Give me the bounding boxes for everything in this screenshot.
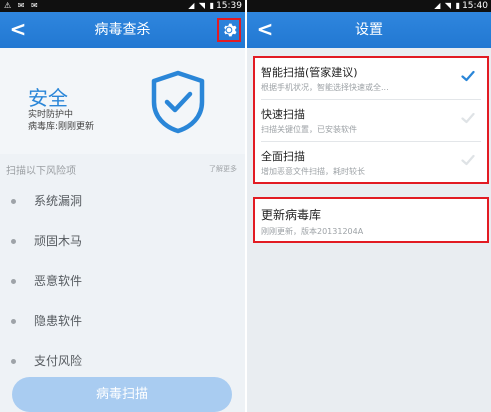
security-status-label: 安全 [28, 86, 68, 110]
full-scan-option[interactable]: 全面扫描 增加恶意文件扫描，耗时较长 [255, 142, 487, 184]
shield-check-icon [151, 70, 205, 134]
list-item: 恶意软件 [0, 264, 245, 304]
option-name: 智能扫描(管家建议) [261, 66, 358, 79]
risk-section-label: 扫描以下风险项 [6, 166, 76, 177]
option-name: 全面扫描 [261, 150, 305, 163]
option-description: 根据手机状况，智能选择快速或全... [261, 83, 389, 92]
bullet-icon [11, 279, 16, 284]
gear-icon [224, 23, 237, 37]
option-description: 增加恶意文件扫描，耗时较长 [261, 167, 365, 176]
bullet-icon [11, 239, 16, 244]
option-description: 刚刚更新，版本20131204A [261, 227, 364, 236]
list-item: 顽固木马 [0, 224, 245, 264]
realtime-protection-text: 实时防护中 [28, 110, 74, 120]
status-bar: ◢ ◥ ▮ 15:40 [247, 0, 491, 12]
bullet-icon [11, 319, 16, 324]
bullet-icon [11, 199, 16, 204]
list-item: 隐患软件 [0, 304, 245, 344]
risk-item-label: 支付风险 [34, 354, 83, 368]
option-description: 扫描关键位置，已安装软件 [261, 125, 357, 134]
notification-icons: ⚠ ✉ ✉ [4, 1, 40, 10]
page-title: 病毒查杀 [94, 22, 151, 38]
quick-scan-option[interactable]: 快速扫描 扫描关键位置，已安装软件 [255, 100, 487, 142]
bullet-icon [11, 359, 16, 364]
option-name: 快速扫描 [261, 108, 305, 121]
virus-scan-screen: ⚠ ✉ ✉ ◢ ◥ ▮ 15:39 < 病毒查杀 安全 实时防护中 病毒库:刚刚… [0, 0, 245, 412]
status-bar: ⚠ ✉ ✉ ◢ ◥ ▮ 15:39 [0, 0, 245, 12]
settings-screen: ◢ ◥ ▮ 15:40 < 设置 智能扫描(管家建议) 根据手机状况，智能选择快… [247, 0, 491, 412]
risk-item-label: 系统漏洞 [34, 194, 83, 208]
risk-item-label: 顽固木马 [34, 234, 83, 248]
risk-section-header: 扫描以下风险项 了解更多 [0, 160, 245, 177]
signal-icons: ◢ ◥ ▮ [188, 1, 215, 10]
risk-item-label: 隐患软件 [34, 314, 83, 328]
page-title: 设置 [355, 22, 383, 38]
checkmark-icon [461, 112, 475, 124]
virus-database-status: 病毒库:刚刚更新 [28, 122, 95, 132]
scan-mode-group: 智能扫描(管家建议) 根据手机状况，智能选择快速或全... 快速扫描 扫描关键位… [253, 56, 489, 184]
settings-gear-button[interactable] [217, 18, 241, 42]
status-time: 15:40 [462, 1, 488, 11]
title-bar: < 病毒查杀 [0, 12, 245, 48]
smart-scan-option[interactable]: 智能扫描(管家建议) 根据手机状况，智能选择快速或全... [255, 58, 487, 100]
update-virus-database-button[interactable]: 更新病毒库 刚刚更新，版本20131204A [253, 197, 489, 243]
signal-icons: ◢ ◥ ▮ [434, 1, 461, 10]
title-bar: < 设置 [247, 12, 491, 48]
security-status-panel: 安全 实时防护中 病毒库:刚刚更新 [0, 48, 245, 154]
virus-scan-button[interactable]: 病毒扫描 [12, 377, 232, 412]
learn-more-link[interactable]: 了解更多 [209, 164, 237, 174]
checkmark-icon [461, 70, 475, 82]
security-status-details: 实时防护中 病毒库:刚刚更新 [28, 109, 94, 133]
checkmark-icon [461, 154, 475, 166]
option-name: 更新病毒库 [261, 208, 322, 222]
list-item: 系统漏洞 [0, 184, 245, 224]
risk-list: 系统漏洞 顽固木马 恶意软件 隐患软件 支付风险 [0, 184, 245, 384]
status-time: 15:39 [216, 1, 242, 11]
risk-item-label: 恶意软件 [34, 274, 83, 288]
